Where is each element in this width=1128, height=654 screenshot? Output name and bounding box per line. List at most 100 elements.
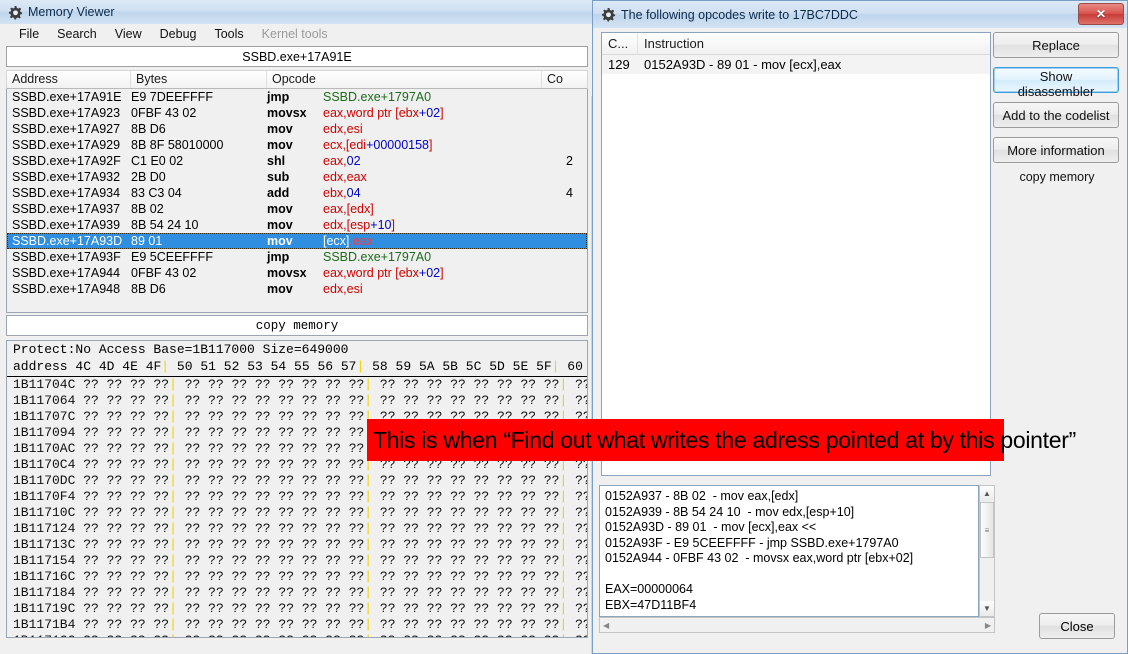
info-pane-vertical-scrollbar[interactable]: ▲ ≡ ▼ — [979, 485, 995, 617]
hex-dump-row[interactable]: 1B11704C ?? ?? ?? ??| ?? ?? ?? ?? ?? ?? … — [7, 377, 587, 393]
column-header-instruction[interactable]: Instruction — [638, 33, 990, 54]
disassembly-address: SSBD.exe+17A92F — [12, 154, 121, 168]
disassembly-row[interactable]: SSBD.exe+17A934 83 C3 04 add ebx,04 4 — [7, 185, 587, 201]
disassembly-address: SSBD.exe+17A93D — [12, 234, 123, 248]
disassembly-operands: SSBD.exe+1797A0 — [323, 250, 432, 264]
scroll-left-icon[interactable]: ◀ — [600, 621, 612, 630]
column-header-count[interactable]: C... — [602, 33, 638, 54]
scroll-down-icon[interactable]: ▼ — [980, 601, 994, 616]
disassembly-bytes: E9 7DEEFFFF — [131, 90, 213, 104]
close-icon[interactable]: ✕ — [1078, 3, 1124, 25]
column-header-opcode[interactable]: Opcode — [267, 71, 542, 88]
disassembly-address: SSBD.exe+17A91E — [12, 90, 122, 104]
disassembly-comment — [542, 249, 587, 265]
disassembly-bytes: 83 C3 04 — [131, 186, 182, 200]
disassembly-operands: ecx,[edi+00000158] — [323, 138, 433, 152]
disassembly-bytes: 8B 54 24 10 — [131, 218, 199, 232]
menu-item-view[interactable]: View — [106, 25, 151, 43]
scroll-thumb[interactable]: ≡ — [980, 502, 994, 558]
opcode-dialog-title: The following opcodes write to 17BC7DDC — [621, 7, 858, 22]
opcode-list-rows[interactable]: 129 0152A93D - 89 01 - mov [ecx],eax — [602, 55, 990, 74]
disassembly-row[interactable]: SSBD.exe+17A937 8B 02 mov eax,[edx] — [7, 201, 587, 217]
disassembly-operands: [ecx],eax — [323, 234, 374, 248]
info-pane-horizontal-scrollbar[interactable]: ◀ ▶ — [599, 617, 995, 633]
memory-viewer-window: Memory Viewer File Search View Debug Too… — [0, 0, 592, 654]
cheat-engine-icon — [6, 3, 24, 21]
disassembly-operands: eax,[edx] — [323, 202, 374, 216]
disassembly-comment — [542, 169, 587, 185]
replace-button[interactable]: Replace — [993, 32, 1119, 58]
opcode-instruction: 0152A93D - 89 01 - mov [ecx],eax — [644, 57, 842, 72]
disassembly-mnemonic: add — [267, 186, 290, 200]
scroll-up-icon[interactable]: ▲ — [980, 486, 994, 501]
hex-dump-row[interactable]: 1B1171B4 ?? ?? ?? ??| ?? ?? ?? ?? ?? ?? … — [7, 617, 587, 633]
hex-dump-pane[interactable]: Protect:No Access Base=1B117000 Size=649… — [6, 340, 588, 638]
disassembly-address: SSBD.exe+17A923 — [12, 106, 121, 120]
disassembly-list[interactable]: SSBD.exe+17A91E E9 7DEEFFFF jmp SSBD.exe+17… — [6, 89, 588, 313]
opcode-list[interactable]: C... Instruction 129 0152A93D - 89 01 - m… — [601, 32, 991, 476]
menu-item-tools[interactable]: Tools — [205, 25, 252, 43]
disassembly-address: SSBD.exe+17A932 — [12, 170, 121, 184]
hex-dump-row[interactable]: 1B11710C ?? ?? ?? ??| ?? ?? ?? ?? ?? ?? … — [7, 505, 587, 521]
disassembly-comment — [542, 265, 587, 281]
menu-item-search[interactable]: Search — [48, 25, 106, 43]
disassembly-operands: edx,eax — [323, 170, 367, 184]
column-header-comment[interactable]: Co — [542, 71, 587, 88]
hex-dump-row[interactable]: 1B1170F4 ?? ?? ?? ??| ?? ?? ?? ?? ?? ?? … — [7, 489, 587, 505]
dialog-action-buttons: Replace Show disassembler Add to the cod… — [993, 32, 1121, 184]
disassembly-row[interactable]: SSBD.exe+17A93D 89 01 mov [ecx],eax — [7, 233, 587, 249]
disassembly-row[interactable]: SSBD.exe+17A92F C1 E0 02 shl eax,02 2 — [7, 153, 587, 169]
hex-dump-row[interactable]: 1B11716C ?? ?? ?? ??| ?? ?? ?? ?? ?? ?? … — [7, 569, 587, 585]
disassembly-mnemonic: mov — [267, 234, 293, 248]
disassembly-row[interactable]: SSBD.exe+17A939 8B 54 24 10 mov edx,[esp+10… — [7, 217, 587, 233]
hex-dump-row[interactable]: 1B1171CC ?? ?? ?? ??| ?? ?? ?? ?? ?? ?? … — [7, 633, 587, 637]
hex-dump-row[interactable]: 1B117184 ?? ?? ?? ??| ?? ?? ?? ?? ?? ?? … — [7, 585, 587, 601]
hex-dump-row[interactable]: 1B117154 ?? ?? ?? ??| ?? ?? ?? ?? ?? ?? … — [7, 553, 587, 569]
disassembly-mnemonic: movsx — [267, 266, 307, 280]
annotation-banner: This is when “Find out what writes the a… — [367, 419, 1076, 461]
disassembly-comment — [542, 233, 587, 249]
disassembly-row[interactable]: SSBD.exe+17A932 2B D0 sub edx,eax — [7, 169, 587, 185]
annotation-text: This is when “Find out what writes the a… — [373, 426, 1076, 453]
more-information-button[interactable]: More information — [993, 137, 1119, 163]
opcode-hit-count: 129 — [608, 57, 630, 72]
hex-dump-row[interactable]: 1B11719C ?? ?? ?? ??| ?? ?? ?? ?? ?? ?? … — [7, 601, 587, 617]
menu-item-file[interactable]: File — [10, 25, 48, 43]
hex-dump-row[interactable]: 1B11713C ?? ?? ?? ??| ?? ?? ?? ?? ?? ?? … — [7, 537, 587, 553]
disassembly-row[interactable]: SSBD.exe+17A948 8B D6 mov edx,esi — [7, 281, 587, 297]
add-to-codelist-button[interactable]: Add to the codelist — [993, 102, 1119, 128]
copy-memory-note: copy memory — [1019, 170, 1095, 184]
scroll-right-icon[interactable]: ▶ — [982, 621, 994, 630]
disassembly-row[interactable]: SSBD.exe+17A91E E9 7DEEFFFF jmp SSBD.exe+17… — [7, 89, 587, 105]
disassembly-address: SSBD.exe+17A948 — [12, 282, 121, 296]
show-disassembler-button[interactable]: Show disassembler — [993, 67, 1119, 99]
memory-viewer-menubar: File Search View Debug Tools Kernel tool… — [0, 24, 592, 44]
disassembly-bytes: 8B 8F 58010000 — [131, 138, 224, 152]
column-header-bytes[interactable]: Bytes — [131, 71, 267, 88]
disassembly-comment — [542, 217, 587, 233]
column-header-address[interactable]: Address — [7, 71, 131, 88]
disassembly-comment — [542, 121, 587, 137]
hex-dump-row[interactable]: 1B117124 ?? ?? ?? ??| ?? ?? ?? ?? ?? ?? … — [7, 521, 587, 537]
disassembly-row[interactable]: SSBD.exe+17A923 0FBF 43 02 movsx eax,word p… — [7, 105, 587, 121]
hex-dump-row[interactable]: 1B1170DC ?? ?? ?? ??| ?? ?? ?? ?? ?? ?? … — [7, 473, 587, 489]
hex-dump-column-header: address 4C 4D 4E 4F| 50 51 52 53 54 55 5… — [7, 359, 587, 377]
disassembly-operands: edx,[esp+10] — [323, 218, 395, 232]
disassembly-row[interactable]: SSBD.exe+17A929 8B 8F 58010000 mov ecx,[edi… — [7, 137, 587, 153]
menu-item-debug[interactable]: Debug — [151, 25, 206, 43]
disassembly-row[interactable]: SSBD.exe+17A944 0FBF 43 02 movsx eax,word p… — [7, 265, 587, 281]
disassembly-column-headers: Address Bytes Opcode Co — [6, 70, 588, 89]
opcode-list-row[interactable]: 129 0152A93D - 89 01 - mov [ecx],eax — [602, 55, 990, 74]
close-button[interactable]: Close — [1039, 613, 1115, 639]
disassembly-row[interactable]: SSBD.exe+17A93F E9 5CEEFFFF jmp SSBD.exe+17… — [7, 249, 587, 265]
hex-dump-row[interactable]: 1B117064 ?? ?? ?? ??| ?? ?? ?? ?? ?? ?? … — [7, 393, 587, 409]
memory-viewer-title: Memory Viewer — [28, 5, 115, 19]
disassembly-mnemonic: mov — [267, 122, 293, 136]
disassembly-row[interactable]: SSBD.exe+17A927 8B D6 mov edx,esi — [7, 121, 587, 137]
disassembly-address: SSBD.exe+17A927 — [12, 122, 121, 136]
disassembly-comment — [542, 137, 587, 153]
disassembly-bytes: E9 5CEEFFFF — [131, 250, 213, 264]
copy-memory-bar[interactable]: copy memory — [6, 315, 588, 336]
address-bar[interactable]: SSBD.exe+17A91E — [6, 46, 588, 67]
disassembly-bytes: 8B D6 — [131, 282, 166, 296]
